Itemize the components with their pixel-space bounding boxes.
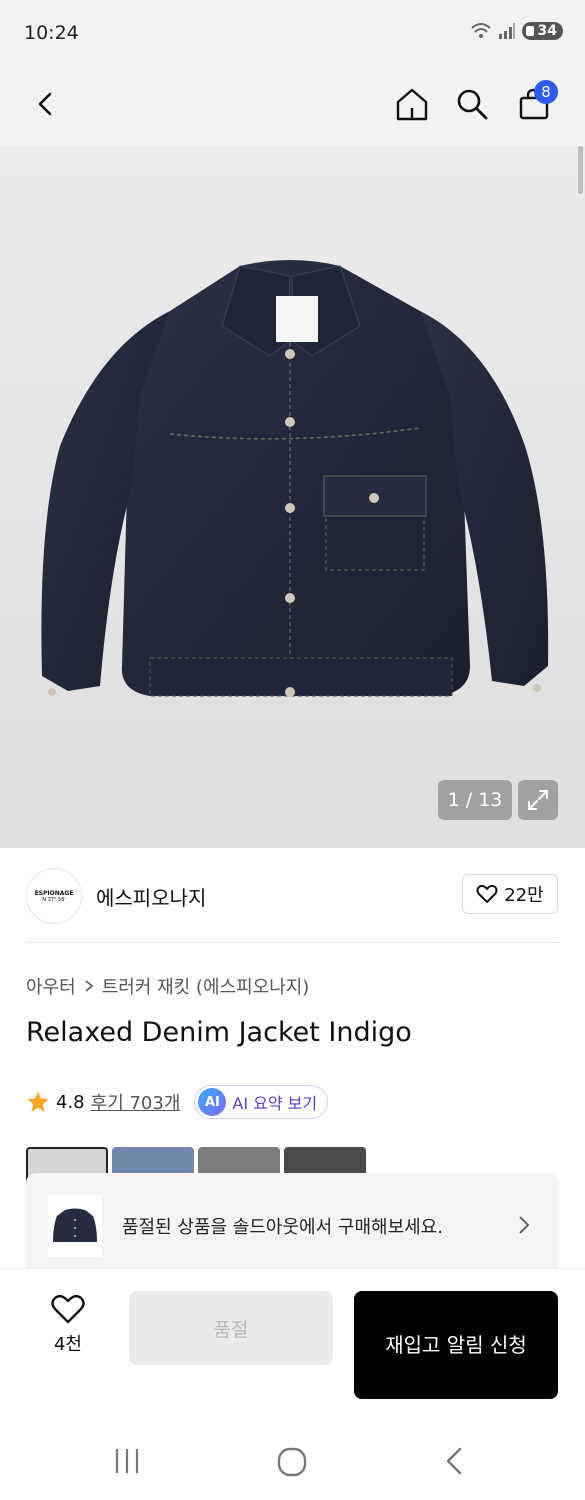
restock-alert-button[interactable]: 재입고 알림 신청 [354,1291,558,1399]
chevron-right-icon [85,980,93,992]
status-bar: 10:24 34 [0,0,585,68]
breadcrumb-item-trucker[interactable]: 트러커 재킷 (에스피오나지) [102,973,310,999]
brand-logo[interactable]: ESPIONAGE N 37° 56' [26,868,82,924]
brand-logo-subtext: N 37° 56' [42,896,66,903]
signal-icon [498,23,515,39]
chevron-left-icon [38,92,52,116]
heart-icon [51,1294,85,1324]
home-button[interactable] [388,80,436,128]
search-button[interactable] [448,80,496,128]
cart-count-badge: 8 [534,80,558,104]
star-icon [27,1091,49,1112]
product-image-denim-jacket [41,260,549,697]
rating-row: 4.8 후기 703개 AI AI 요약 보기 [26,1085,329,1119]
product-image-gallery[interactable]: 1 / 13 [0,146,585,848]
bottom-action-bar: 4천 품절 재입고 알림 신청 [0,1268,585,1418]
breadcrumb: 아우터 트러커 재킷 (에스피오나지) [26,973,309,999]
ai-icon: AI [198,1088,227,1116]
expand-icon [528,790,548,810]
soldout-banner-text: 품절된 상품을 솔드아웃에서 구매해보세요. [122,1217,443,1238]
home-icon [396,88,428,121]
back-nav-icon[interactable] [442,1446,470,1476]
wishlist-count: 4천 [53,1334,82,1355]
fullscreen-button[interactable] [518,780,558,820]
product-title: Relaxed Denim Jacket Indigo [26,1017,412,1048]
status-time: 10:24 [24,22,79,44]
soldout-banner[interactable]: 품절된 상품을 솔드아웃에서 구매해보세요. [26,1173,558,1279]
status-icons: 34 [470,22,563,40]
review-count-link[interactable]: 후기 703개 [91,1089,181,1115]
divider [26,942,559,943]
brand-like-count: 22만 [504,885,544,906]
brand-logo-text: ESPIONAGE [34,889,74,897]
recent-apps-icon[interactable] [112,1446,142,1476]
wishlist-button[interactable]: 4천 [44,1293,92,1356]
search-icon [457,89,488,120]
brand-name[interactable]: 에스피오나지 [96,882,206,911]
image-counter: 1 / 13 [438,780,512,820]
home-circle-icon[interactable] [276,1446,308,1478]
brand-row: ESPIONAGE N 37° 56' 에스피오나지 22만 [0,848,585,944]
back-button[interactable] [22,80,70,128]
brand-like-button[interactable]: 22만 [462,874,558,914]
ai-summary-label: AI 요약 보기 [232,1094,318,1113]
breadcrumb-item-outer[interactable]: 아우터 [26,973,76,999]
wifi-icon [470,23,491,38]
cart-button[interactable]: 8 [510,80,558,128]
ai-summary-button[interactable]: AI AI 요약 보기 [194,1085,329,1119]
battery-badge: 34 [521,22,563,40]
system-navigation-bar [0,1418,585,1500]
rating-value: 4.8 [56,1091,85,1113]
heart-icon [476,884,498,903]
top-navigation: 8 [0,68,585,146]
soldout-banner-thumbnail [48,1195,102,1257]
chevron-right-icon [519,1216,530,1234]
soldout-button: 품절 [129,1291,333,1365]
